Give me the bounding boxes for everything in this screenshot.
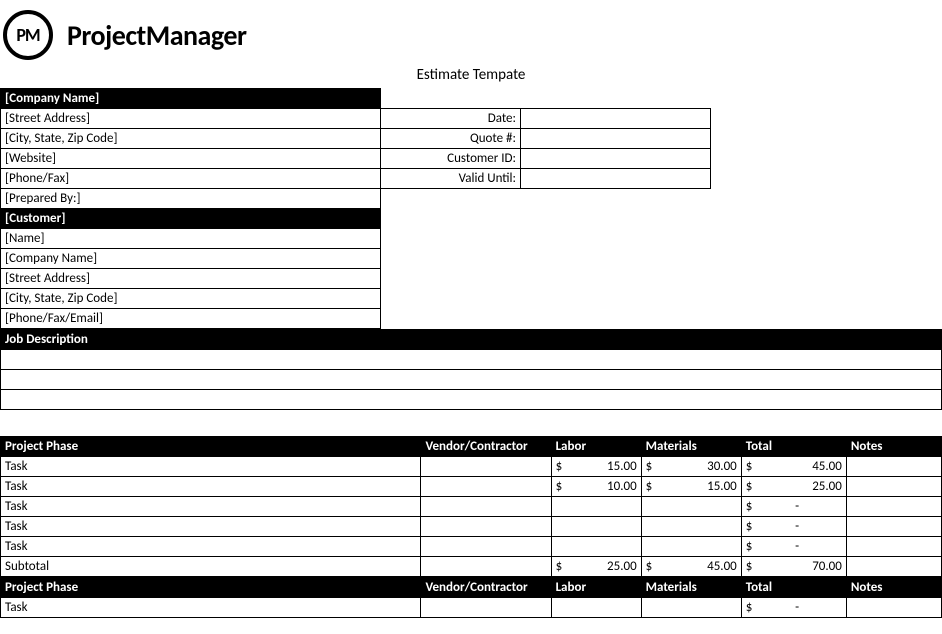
col-materials: Materials: [641, 578, 741, 598]
labor-cell[interactable]: [551, 537, 641, 557]
materials-cell[interactable]: $30.00: [641, 457, 741, 477]
materials-cell[interactable]: $15.00: [641, 477, 741, 497]
table-row: Task $-: [1, 537, 942, 557]
vendor-cell[interactable]: [421, 477, 551, 497]
phase-table-2: Project Phase Vendor/Contractor Labor Ma…: [0, 577, 942, 618]
job-desc-line[interactable]: [1, 370, 942, 390]
vendor-cell[interactable]: [421, 497, 551, 517]
task-cell[interactable]: Task: [1, 517, 421, 537]
logo-badge: PM: [3, 10, 53, 60]
job-desc-header: Job Description: [1, 330, 942, 350]
vendor-cell[interactable]: [421, 517, 551, 537]
col-labor: Labor: [551, 578, 641, 598]
subtotal-materials: $45.00: [641, 557, 741, 577]
customer-street[interactable]: [Street Address]: [1, 269, 381, 289]
company-preparedby[interactable]: [Prepared By:]: [1, 189, 381, 209]
page-title: Estimate Tempate: [0, 64, 942, 88]
materials-cell[interactable]: [641, 517, 741, 537]
labor-cell[interactable]: $10.00: [551, 477, 641, 497]
total-cell: $-: [741, 598, 846, 618]
customer-phone[interactable]: [Phone/Fax/Email]: [1, 309, 381, 329]
meta-value-date[interactable]: [521, 109, 711, 129]
job-description-table: Job Description: [0, 329, 942, 410]
total-cell: $-: [741, 497, 846, 517]
logo-text: ProjectManager: [67, 18, 246, 53]
col-labor: Labor: [551, 437, 641, 457]
notes-cell[interactable]: [846, 497, 941, 517]
customer-name[interactable]: [Name]: [1, 229, 381, 249]
labor-cell[interactable]: [551, 598, 641, 618]
subtotal-label: Subtotal: [1, 557, 421, 577]
col-materials: Materials: [641, 437, 741, 457]
total-cell: $-: [741, 517, 846, 537]
company-phone[interactable]: [Phone/Fax]: [1, 169, 381, 189]
materials-cell[interactable]: [641, 598, 741, 618]
phase-table-1: Project Phase Vendor/Contractor Labor Ma…: [0, 436, 942, 577]
vendor-cell[interactable]: [421, 537, 551, 557]
customer-city[interactable]: [City, State, Zip Code]: [1, 289, 381, 309]
task-cell[interactable]: Task: [1, 457, 421, 477]
col-total: Total: [741, 578, 846, 598]
company-website[interactable]: [Website]: [1, 149, 381, 169]
job-desc-line[interactable]: [1, 350, 942, 370]
total-cell: $25.00: [741, 477, 846, 497]
task-cell[interactable]: Task: [1, 598, 421, 618]
labor-cell[interactable]: [551, 517, 641, 537]
task-cell[interactable]: Task: [1, 537, 421, 557]
notes-cell[interactable]: [846, 457, 941, 477]
company-city[interactable]: [City, State, Zip Code]: [1, 129, 381, 149]
table-row: Task $-: [1, 497, 942, 517]
col-vendor: Vendor/Contractor: [421, 578, 551, 598]
customer-company[interactable]: [Company Name]: [1, 249, 381, 269]
meta-label-quote: Quote #:: [381, 129, 521, 149]
col-total: Total: [741, 437, 846, 457]
total-cell: $45.00: [741, 457, 846, 477]
col-notes: Notes: [846, 578, 941, 598]
notes-cell[interactable]: [846, 537, 941, 557]
job-desc-line[interactable]: [1, 390, 942, 410]
meta-value-customerid[interactable]: [521, 149, 711, 169]
logo-header: PM ProjectManager: [0, 0, 942, 64]
materials-cell[interactable]: [641, 537, 741, 557]
table-row: Task $-: [1, 517, 942, 537]
subtotal-row: Subtotal $25.00 $45.00 $70.00: [1, 557, 942, 577]
table-row: Task $15.00$30.00$45.00: [1, 457, 942, 477]
subtotal-total: $70.00: [741, 557, 846, 577]
total-cell: $-: [741, 537, 846, 557]
meta-label-validuntil: Valid Until:: [381, 169, 521, 189]
subtotal-vendor: [421, 557, 551, 577]
table-row: Task $10.00$15.00$25.00: [1, 477, 942, 497]
notes-cell[interactable]: [846, 598, 941, 618]
company-info-table: [Company Name] [Street Address] Date: [C…: [0, 88, 942, 329]
subtotal-notes: [846, 557, 941, 577]
task-cell[interactable]: Task: [1, 477, 421, 497]
notes-cell[interactable]: [846, 477, 941, 497]
subtotal-labor: $25.00: [551, 557, 641, 577]
meta-label-customerid: Customer ID:: [381, 149, 521, 169]
col-phase: Project Phase: [1, 437, 421, 457]
vendor-cell[interactable]: [421, 598, 551, 618]
notes-cell[interactable]: [846, 517, 941, 537]
company-header: [Company Name]: [1, 89, 381, 109]
table-row: Task $-: [1, 598, 942, 618]
task-cell[interactable]: Task: [1, 497, 421, 517]
labor-cell[interactable]: [551, 497, 641, 517]
vendor-cell[interactable]: [421, 457, 551, 477]
meta-label-date: Date:: [381, 109, 521, 129]
meta-value-quote[interactable]: [521, 129, 711, 149]
col-vendor: Vendor/Contractor: [421, 437, 551, 457]
company-street[interactable]: [Street Address]: [1, 109, 381, 129]
col-phase: Project Phase: [1, 578, 421, 598]
customer-header: [Customer]: [1, 209, 381, 229]
labor-cell[interactable]: $15.00: [551, 457, 641, 477]
col-notes: Notes: [846, 437, 941, 457]
materials-cell[interactable]: [641, 497, 741, 517]
meta-value-validuntil[interactable]: [521, 169, 711, 189]
